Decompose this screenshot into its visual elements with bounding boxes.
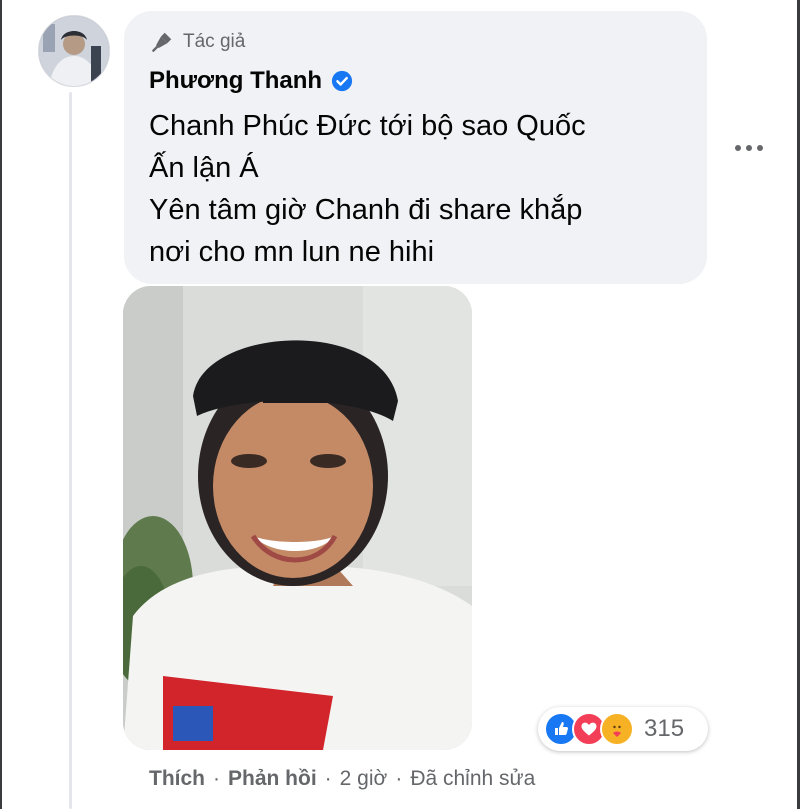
action-separator: ·	[395, 767, 403, 790]
comment-actions: Thích · Phản hồi · 2 giờ · Đã chỉnh sửa	[149, 763, 535, 795]
reaction-summary[interactable]: 315	[538, 707, 708, 751]
comment-text-line: Yên tâm giờ Chanh đi share khắp	[149, 194, 583, 226]
author-row: Phương Thanh	[149, 61, 682, 101]
reaction-count: 315	[644, 715, 685, 742]
comment-text-line: Ấn lận Á	[149, 152, 259, 184]
comment-bubble: Tác giả Phương Thanh Chanh Phúc Đức tới …	[124, 11, 707, 284]
timestamp-link[interactable]: 2 giờ	[340, 767, 388, 791]
action-separator: ·	[324, 767, 332, 790]
thread-connector-line	[69, 92, 72, 809]
comment-text-line: nơi cho mn lun ne hihi	[149, 236, 435, 268]
more-options-icon	[746, 145, 752, 151]
selfie-image	[123, 286, 472, 750]
microphone-icon	[152, 32, 172, 52]
comment-text-line: Chanh Phúc Đức tới bộ sao Quốc	[149, 110, 586, 142]
comment-photo[interactable]	[123, 286, 472, 750]
author-name-link[interactable]: Phương Thanh	[149, 67, 322, 95]
more-options-button[interactable]	[732, 136, 766, 160]
author-avatar[interactable]	[38, 15, 110, 87]
verified-badge-icon	[332, 70, 353, 92]
edited-label[interactable]: Đã chỉnh sửa	[410, 767, 535, 791]
window-border-left	[0, 0, 2, 809]
more-options-icon	[757, 145, 763, 151]
like-button[interactable]: Thích	[149, 767, 205, 791]
avatar-image	[39, 16, 109, 86]
comment-text: Chanh Phúc Đức tới bộ sao Quốc Ấn lận Á …	[149, 105, 682, 273]
more-options-icon	[735, 145, 741, 151]
action-separator: ·	[213, 767, 220, 790]
reply-button[interactable]: Phản hồi	[228, 767, 317, 791]
author-badge: Tác giả	[149, 27, 682, 57]
author-badge-label: Tác giả	[183, 31, 246, 52]
care-icon	[600, 712, 634, 746]
